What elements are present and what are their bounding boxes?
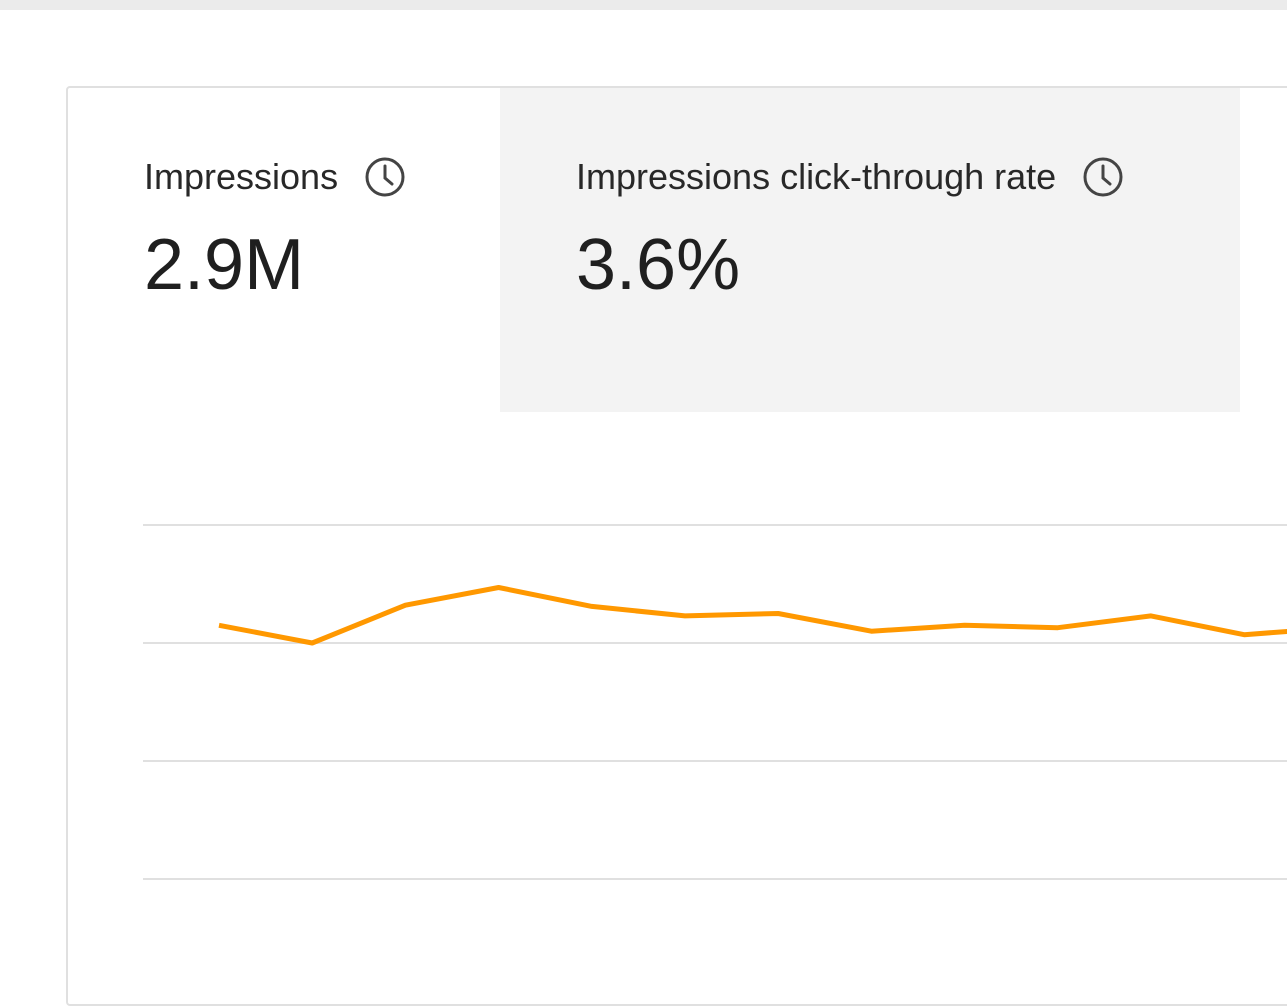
impressions-label-row: Impressions [144,156,406,198]
ctr-value: 3.6% [576,225,741,305]
impressions-label: Impressions [144,156,339,197]
impressions-value: 2.9M [144,225,305,305]
analytics-card: Impressions 2.9M Impressions click-throu… [66,86,1287,1006]
clock-icon[interactable] [1082,156,1124,198]
top-strip [0,0,1287,10]
tab-impressions-ctr[interactable]: Impressions click-through rate 3.6% [500,88,1240,412]
tab-impressions[interactable]: Impressions 2.9M [68,88,500,412]
ctr-label-row: Impressions click-through rate [576,156,1124,198]
ctr-label: Impressions click-through rate [576,156,1057,197]
clock-icon[interactable] [364,156,406,198]
